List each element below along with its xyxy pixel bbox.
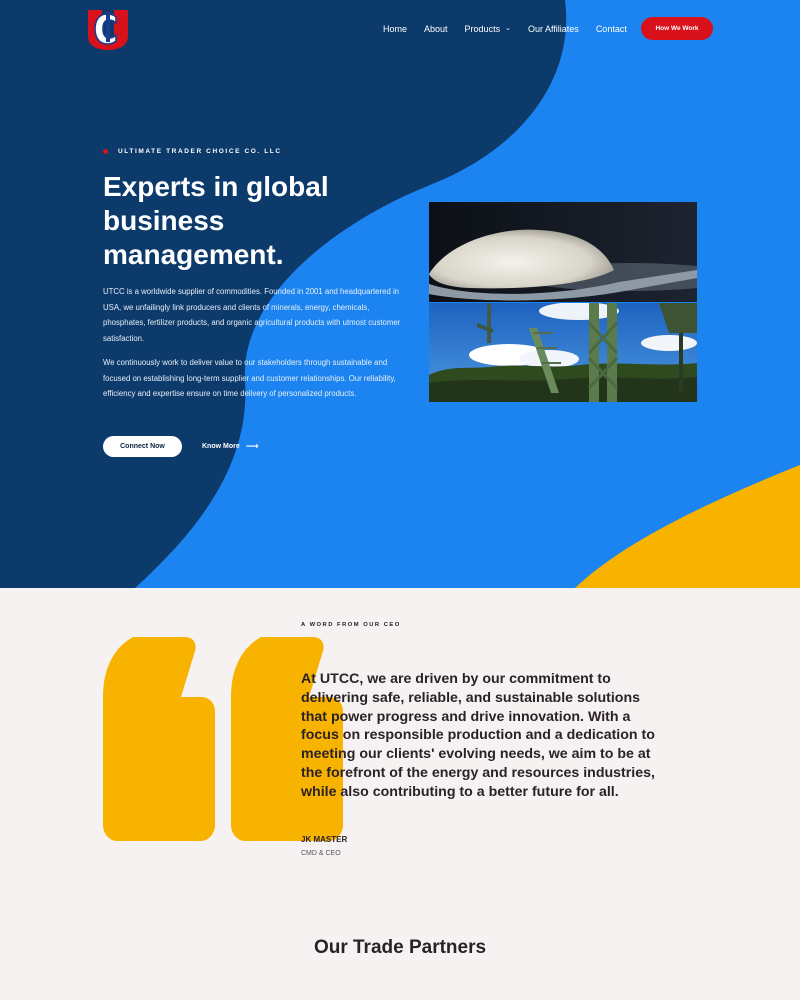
hero-headline: Experts in global business management. xyxy=(103,171,329,270)
trade-partners-title: Our Trade Partners xyxy=(313,937,487,958)
nav-products[interactable]: Products ⌄ xyxy=(465,24,511,34)
chevron-down-icon: ⌄ xyxy=(505,25,511,32)
connect-now-button[interactable]: Connect Now xyxy=(103,436,182,457)
hero-section: Home About Products ⌄ Our Affiliates Cont… xyxy=(0,0,800,588)
nav-affiliates[interactable]: Our Affiliates xyxy=(528,24,579,34)
nav-about[interactable]: About xyxy=(424,24,448,34)
hero-eyebrow: ULTIMATE TRADER CHOICE CO. LLC xyxy=(103,148,282,155)
nav-contact-label: Contact xyxy=(595,24,627,34)
nav-affiliates-label: Our Affiliates xyxy=(527,24,579,34)
nav-products-label: Products xyxy=(464,24,501,34)
ceo-eyebrow: A WORD FROM OUR CEO xyxy=(301,622,401,628)
nav-contact[interactable]: Contact xyxy=(596,24,627,34)
how-we-work-button[interactable]: How We Work xyxy=(641,17,713,40)
hero-paragraph-2: We continuously work to deliver value to… xyxy=(103,358,396,398)
oil-pumpjack-image xyxy=(429,303,697,402)
ceo-title: CMD & CEO xyxy=(301,850,341,857)
ceo-name: JK MASTER xyxy=(301,835,348,844)
red-dot-icon xyxy=(103,149,108,154)
sugar-spoon-image xyxy=(429,202,697,302)
nav-home-label: Home xyxy=(383,24,408,34)
know-more-label: Know More xyxy=(202,443,240,450)
know-more-link[interactable]: Know More ⟶ xyxy=(202,441,259,452)
ceo-quote: At UTCC, we are driven by our commitment… xyxy=(301,671,655,800)
nav-home[interactable]: Home xyxy=(383,24,407,34)
main-nav: Home About Products ⌄ Our Affiliates Cont… xyxy=(383,22,644,36)
nav-about-label: About xyxy=(424,24,448,34)
hero-paragraph-1: UTCC is a worldwide supplier of commodit… xyxy=(103,287,401,343)
utcc-logo[interactable] xyxy=(86,8,130,50)
hero-eyebrow-text: ULTIMATE TRADER CHOICE CO. LLC xyxy=(118,148,282,155)
arrow-right-icon: ⟶ xyxy=(245,441,259,451)
